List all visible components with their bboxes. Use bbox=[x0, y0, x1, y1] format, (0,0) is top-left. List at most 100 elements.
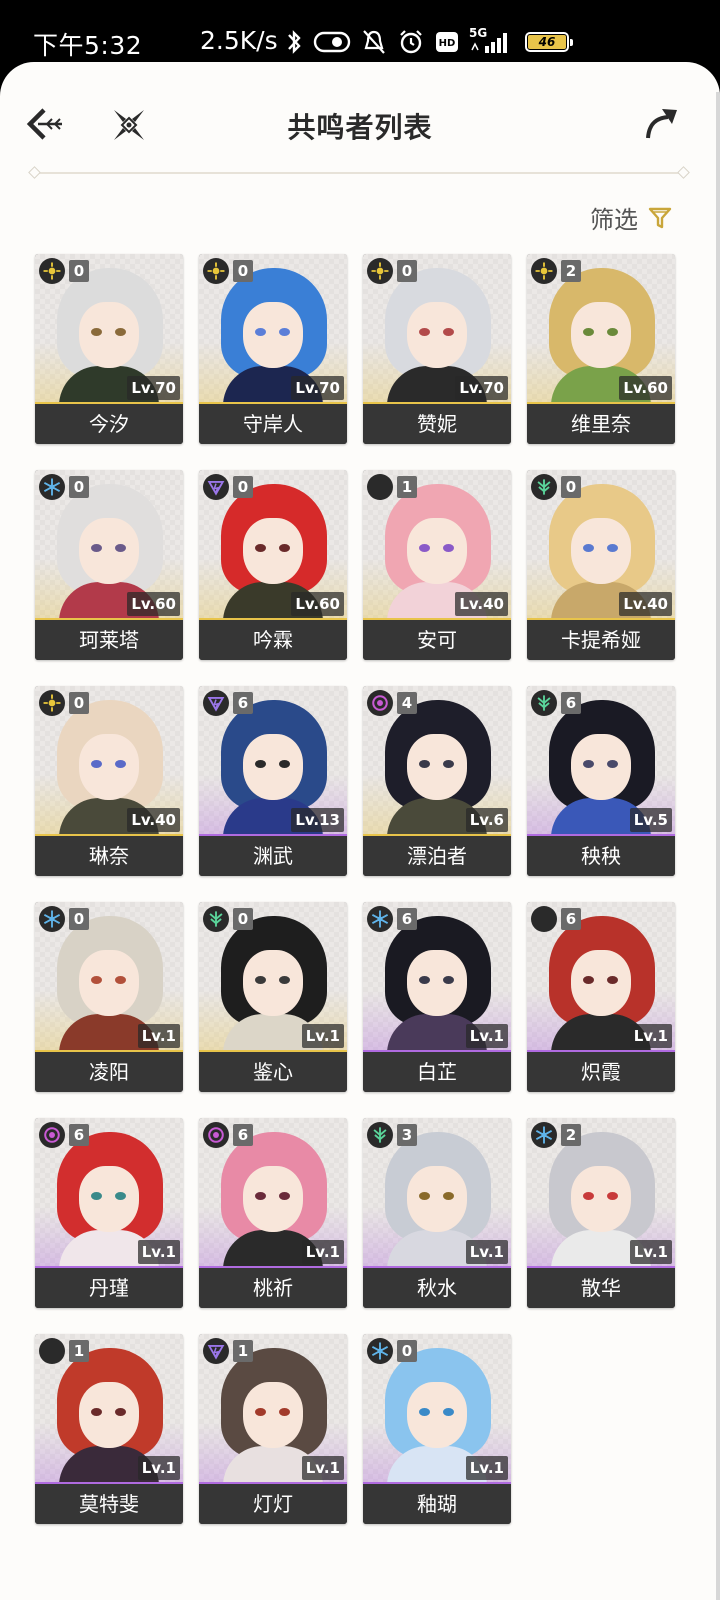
character-name: 散华 bbox=[527, 1268, 675, 1308]
level-badge: Lv.13 bbox=[291, 808, 344, 832]
character-card[interactable]: 4 Lv.6 漂泊者 bbox=[363, 686, 511, 876]
filter-label: 筛选 bbox=[590, 206, 638, 234]
resonance-chain-badge: 0 bbox=[69, 692, 89, 714]
resonance-chain-badge: 0 bbox=[69, 908, 89, 930]
svg-text:HD: HD bbox=[439, 38, 456, 49]
character-card[interactable]: 6 Lv.1 炽霞 bbox=[527, 902, 675, 1092]
resonance-chain-badge: 0 bbox=[561, 476, 581, 498]
page-title: 共鸣者列表 bbox=[287, 111, 433, 144]
resonance-chain-badge: 0 bbox=[397, 1340, 417, 1362]
character-card[interactable]: 1 Lv.1 灯灯 bbox=[199, 1334, 347, 1524]
character-name: 安可 bbox=[363, 620, 511, 660]
character-card[interactable]: 0 Lv.60 吟霖 bbox=[199, 470, 347, 660]
character-name: 凌阳 bbox=[35, 1052, 183, 1092]
aero-element-icon bbox=[367, 1122, 393, 1148]
battery-level: 46 bbox=[538, 35, 556, 49]
electro-element-icon bbox=[203, 474, 229, 500]
status-time: 下午5:32 bbox=[33, 31, 143, 60]
electro-element-icon bbox=[203, 690, 229, 716]
character-name: 莫特斐 bbox=[35, 1484, 183, 1524]
character-name: 卡提希娅 bbox=[527, 620, 675, 660]
havoc-element-icon bbox=[203, 1122, 229, 1148]
resonance-chain-badge: 0 bbox=[69, 260, 89, 282]
character-card[interactable]: 0 Lv.1 凌阳 bbox=[35, 902, 183, 1092]
level-badge: Lv.6 bbox=[465, 808, 508, 832]
glacio-element-icon bbox=[531, 1122, 557, 1148]
character-name: 维里奈 bbox=[527, 404, 675, 444]
funnel-icon bbox=[648, 207, 672, 228]
bluetooth-icon bbox=[288, 30, 301, 54]
character-name: 守岸人 bbox=[199, 404, 347, 444]
level-badge: Lv.1 bbox=[301, 1024, 344, 1048]
level-badge: Lv.1 bbox=[629, 1024, 672, 1048]
character-card[interactable]: 1 Lv.40 安可 bbox=[363, 470, 511, 660]
hd-icon: HD bbox=[436, 32, 458, 52]
character-card[interactable]: 6 Lv.13 渊武 bbox=[199, 686, 347, 876]
spectro-element-icon bbox=[39, 690, 65, 716]
resonance-chain-badge: 6 bbox=[397, 908, 417, 930]
character-card[interactable]: 0 Lv.40 琳奈 bbox=[35, 686, 183, 876]
character-card[interactable]: 0 Lv.1 釉瑚 bbox=[363, 1334, 511, 1524]
aero-element-icon bbox=[531, 474, 557, 500]
resonance-chain-badge: 6 bbox=[561, 692, 581, 714]
resonance-chain-badge: 3 bbox=[397, 1124, 417, 1146]
status-icons: HD 5G 46 bbox=[285, 26, 573, 58]
fusion-element-icon bbox=[39, 1338, 65, 1364]
level-badge: Lv.5 bbox=[629, 808, 672, 832]
spectro-element-icon bbox=[367, 258, 393, 284]
spectro-element-icon bbox=[203, 258, 229, 284]
filter-button[interactable]: 筛选 bbox=[590, 200, 672, 235]
character-card[interactable]: 0 Lv.70 赞妮 bbox=[363, 254, 511, 444]
character-card[interactable]: 0 Lv.1 鉴心 bbox=[199, 902, 347, 1092]
level-badge: Lv.60 bbox=[619, 376, 672, 400]
character-name: 琳奈 bbox=[35, 836, 183, 876]
page-header: 共鸣者列表 bbox=[0, 62, 720, 182]
character-card[interactable]: 0 Lv.60 珂莱塔 bbox=[35, 470, 183, 660]
character-name: 吟霖 bbox=[199, 620, 347, 660]
character-name: 今汐 bbox=[35, 404, 183, 444]
level-badge: Lv.1 bbox=[301, 1240, 344, 1264]
battery-icon: 46 bbox=[525, 32, 573, 52]
fusion-element-icon bbox=[367, 474, 393, 500]
character-grid: 0 Lv.70 今汐 0 Lv.70 守岸人 0 Lv.70 赞妮 2 Lv.60 维里奈 0 Lv.60… bbox=[35, 254, 685, 1524]
resonance-chain-badge: 2 bbox=[561, 1124, 581, 1146]
character-name: 釉瑚 bbox=[363, 1484, 511, 1524]
resonance-chain-badge: 0 bbox=[233, 260, 253, 282]
resonance-chain-badge: 0 bbox=[233, 476, 253, 498]
character-card[interactable]: 6 Lv.1 白芷 bbox=[363, 902, 511, 1092]
character-card[interactable]: 6 Lv.5 秧秧 bbox=[527, 686, 675, 876]
resonance-chain-badge: 1 bbox=[233, 1340, 253, 1362]
alarm-icon bbox=[400, 30, 422, 54]
level-badge: Lv.1 bbox=[629, 1240, 672, 1264]
character-card[interactable]: 2 Lv.1 散华 bbox=[527, 1118, 675, 1308]
level-badge: Lv.60 bbox=[127, 592, 180, 616]
network-speed: 2.5K/s bbox=[200, 26, 278, 55]
electro-element-icon bbox=[203, 1338, 229, 1364]
level-badge: Lv.1 bbox=[137, 1024, 180, 1048]
glacio-element-icon bbox=[39, 906, 65, 932]
resonance-chain-badge: 6 bbox=[233, 692, 253, 714]
character-card[interactable]: 0 Lv.40 卡提希娅 bbox=[527, 470, 675, 660]
character-card[interactable]: 6 Lv.1 丹瑾 bbox=[35, 1118, 183, 1308]
character-card[interactable]: 3 Lv.1 秋水 bbox=[363, 1118, 511, 1308]
toggle-icon bbox=[313, 31, 351, 53]
level-badge: Lv.1 bbox=[465, 1456, 508, 1480]
level-badge: Lv.60 bbox=[291, 592, 344, 616]
character-card[interactable]: 6 Lv.1 桃祈 bbox=[199, 1118, 347, 1308]
character-card[interactable]: 2 Lv.60 维里奈 bbox=[527, 254, 675, 444]
fusion-element-icon bbox=[531, 906, 557, 932]
mute-bell-icon bbox=[363, 30, 385, 54]
character-name: 白芷 bbox=[363, 1052, 511, 1092]
character-name: 赞妮 bbox=[363, 404, 511, 444]
havoc-element-icon bbox=[367, 690, 393, 716]
character-card[interactable]: 1 Lv.1 莫特斐 bbox=[35, 1334, 183, 1524]
share-button[interactable] bbox=[644, 106, 680, 142]
character-card[interactable]: 0 Lv.70 守岸人 bbox=[199, 254, 347, 444]
character-name: 桃祈 bbox=[199, 1268, 347, 1308]
aero-element-icon bbox=[203, 906, 229, 932]
level-badge: Lv.70 bbox=[127, 376, 180, 400]
character-card[interactable]: 0 Lv.70 今汐 bbox=[35, 254, 183, 444]
havoc-element-icon bbox=[39, 1122, 65, 1148]
resonance-chain-badge: 4 bbox=[397, 692, 417, 714]
character-name: 炽霞 bbox=[527, 1052, 675, 1092]
